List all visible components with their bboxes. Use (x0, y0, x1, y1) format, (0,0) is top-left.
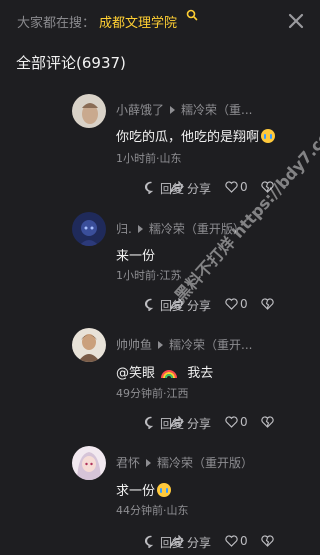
search-suggestion-link[interactable]: 成都文理学院 (99, 12, 177, 31)
broken-heart-icon (261, 298, 274, 310)
watermark: 黑料不打烊 https://bdy7.co (170, 127, 320, 306)
share-label: 分享 (187, 417, 212, 431)
avatar[interactable] (72, 328, 106, 362)
broken-heart-icon (261, 535, 274, 547)
comment-author[interactable]: 帅帅鱼 (116, 338, 152, 352)
comment-author[interactable]: 小薛饿了 (116, 103, 164, 117)
rainbow-emoji-icon (161, 370, 178, 379)
comment-meta: 小薛饿了 糯冷荣（重... (116, 101, 252, 118)
reply-target[interactable]: 糯冷荣（重... (181, 103, 252, 117)
heart-icon (225, 416, 238, 428)
close-icon[interactable] (287, 12, 305, 30)
share-icon (170, 535, 184, 547)
reply-icon (145, 298, 154, 311)
crying-emoji-icon (261, 129, 276, 143)
comment-author[interactable]: 归. (116, 222, 132, 236)
like-count: 0 (240, 415, 248, 429)
reply-arrow-icon (170, 106, 176, 114)
comments-count-title: 全部评论(6937) (16, 54, 126, 72)
reply-arrow-icon (137, 225, 143, 233)
comment-author[interactable]: 君怀 (116, 456, 140, 470)
reply-icon (145, 181, 154, 194)
search-suggestion-bar: 大家都在搜： 成都文理学院 (0, 0, 317, 40)
avatar[interactable] (72, 212, 106, 246)
avatar[interactable] (72, 446, 106, 480)
share-icon (170, 416, 184, 428)
heart-icon (225, 535, 238, 547)
comment-time: 49分钟前·江西 (116, 387, 189, 400)
reply-arrow-icon (146, 459, 152, 467)
comment-meta: 帅帅鱼 糯冷荣（重开... (116, 336, 252, 353)
comment-text-body: 求一份 (116, 484, 156, 499)
comment-time: 44分钟前·山东 (116, 504, 189, 517)
reply-arrow-icon (158, 341, 164, 349)
share-label: 分享 (187, 182, 212, 196)
mention-link[interactable]: @笑眼 (116, 366, 155, 381)
search-icon[interactable] (185, 8, 199, 22)
comment-text: @笑眼 我去 (116, 362, 213, 381)
like-count: 0 (240, 180, 248, 194)
comment-text: 你吃的瓜，他吃的是翔啊 (116, 126, 276, 145)
like-count: 0 (240, 534, 248, 548)
broken-heart-icon (261, 416, 274, 428)
comment-text-body: 我去 (187, 366, 214, 381)
reply-target[interactable]: 糯冷荣（重开... (169, 338, 252, 352)
comment-text-body: 你吃的瓜，他吃的是翔啊 (116, 130, 260, 145)
avatar[interactable] (72, 94, 106, 128)
comment-time: 1小时前·江苏 (116, 269, 182, 282)
crying-emoji-icon (157, 483, 172, 497)
reply-icon (145, 535, 154, 548)
reply-icon (145, 416, 154, 429)
share-label: 分享 (187, 536, 212, 550)
heart-icon (225, 181, 238, 193)
comment-meta: 君怀 糯冷荣（重开版） (116, 454, 253, 471)
search-prefix-label: 大家都在搜： (17, 16, 96, 31)
heart-icon (225, 298, 238, 310)
comment-text: 求一份 (116, 480, 172, 499)
reply-target[interactable]: 糯冷荣（重开版） (157, 456, 253, 470)
comment-text: 来一份 (116, 249, 156, 264)
share-icon (170, 181, 184, 193)
like-count: 0 (240, 297, 248, 311)
comment-time: 1小时前·山东 (116, 152, 182, 165)
